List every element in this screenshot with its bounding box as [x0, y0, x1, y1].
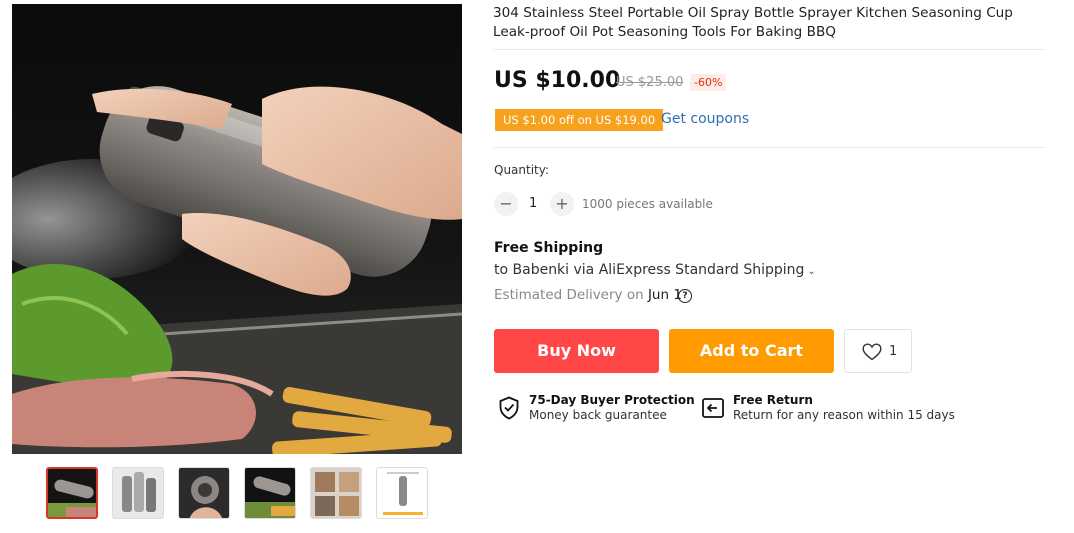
help-icon[interactable]: ?	[678, 289, 692, 303]
return-box-icon	[702, 398, 724, 418]
shipping-route[interactable]: to Babenki via AliExpress Standard Shipp…	[494, 262, 816, 278]
thumbnail-4[interactable]	[244, 467, 296, 519]
thumbnail-2-image	[113, 468, 163, 518]
product-photo	[12, 86, 462, 454]
wishlist-button[interactable]: 1	[844, 329, 912, 373]
original-price: US $25.00	[616, 75, 684, 90]
estimated-delivery-label: Estimated Delivery on	[494, 287, 644, 303]
coupon-badge[interactable]: US $1.00 off on US $19.00	[491, 109, 664, 131]
add-to-cart-button[interactable]: Add to Cart	[669, 329, 834, 373]
chevron-down-icon: ⌄	[807, 266, 816, 277]
stock-available: 1000 pieces available	[582, 197, 713, 211]
thumbnail-1-image	[48, 469, 96, 517]
wishlist-count: 1	[889, 344, 898, 359]
thumbnail-1[interactable]	[46, 467, 98, 519]
get-coupons-link[interactable]: Get coupons	[661, 111, 749, 127]
thumbnail-6-image	[377, 468, 427, 518]
shipping-route-text: to Babenki via AliExpress Standard Shipp…	[494, 262, 805, 278]
delivery-date: Jun 1	[647, 287, 682, 303]
quantity-label: Quantity:	[494, 163, 550, 177]
buyer-protection-subtitle: Money back guarantee	[529, 408, 667, 422]
buy-now-button[interactable]: Buy Now	[494, 329, 659, 373]
free-return-title: Free Return	[733, 393, 813, 407]
free-return-subtitle: Return for any reason within 15 days	[733, 408, 955, 422]
quantity-value[interactable]: 1	[529, 196, 537, 211]
thumbnail-6[interactable]	[376, 467, 428, 519]
title-divider	[493, 49, 1046, 50]
main-product-image[interactable]	[12, 4, 462, 454]
price-divider	[493, 147, 1046, 148]
product-title: 304 Stainless Steel Portable Oil Spray B…	[493, 5, 1013, 40]
thumbnail-3[interactable]	[178, 467, 230, 519]
shipping-title: Free Shipping	[494, 240, 604, 256]
thumbnail-3-image	[179, 468, 229, 518]
heart-icon	[862, 343, 882, 361]
thumbnail-4-image	[245, 468, 295, 518]
thumbnail-2[interactable]	[112, 467, 164, 519]
buyer-protection-title: 75-Day Buyer Protection	[529, 393, 695, 407]
discount-badge: -60%	[690, 74, 727, 91]
quantity-decrease-button[interactable]: −	[494, 192, 518, 216]
thumbnail-5-image	[311, 468, 361, 518]
shield-check-icon	[499, 396, 519, 420]
thumbnail-5[interactable]	[310, 467, 362, 519]
estimated-delivery: Estimated Delivery on Jun 1	[494, 287, 682, 303]
quantity-increase-button[interactable]: +	[550, 192, 574, 216]
current-price: US $10.00	[494, 68, 621, 93]
